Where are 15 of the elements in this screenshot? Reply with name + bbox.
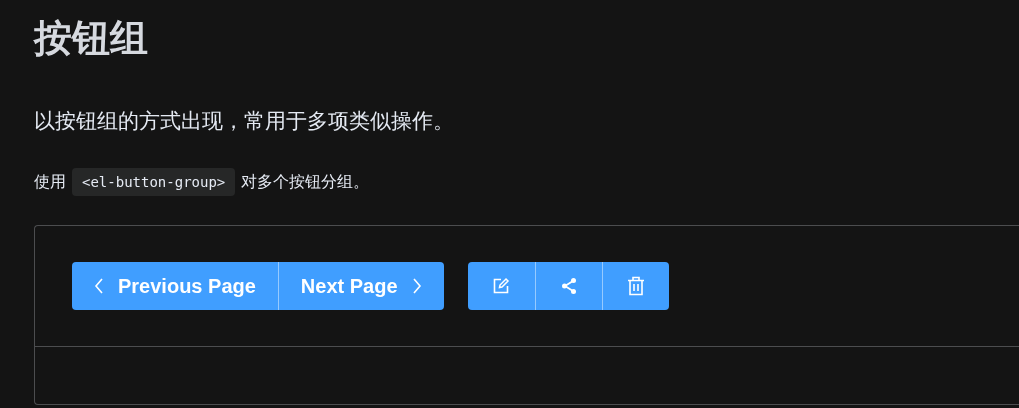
share-icon bbox=[559, 277, 578, 295]
usage-text: 使用 bbox=[34, 171, 66, 192]
share-button[interactable] bbox=[534, 262, 602, 310]
description: 以按钮组的方式出现，常用于多项类似操作。 bbox=[34, 108, 454, 134]
trash-button[interactable] bbox=[601, 262, 669, 310]
usage-text: 对多个按钮分组。 bbox=[241, 171, 370, 192]
page-heading: 按钮组 bbox=[34, 16, 148, 61]
next-page-button[interactable]: Next Page bbox=[277, 262, 444, 310]
edit-button[interactable] bbox=[467, 262, 535, 310]
previous-page-button[interactable]: Previous Page bbox=[72, 262, 278, 310]
chevron-left-icon bbox=[94, 278, 104, 294]
edit-icon bbox=[492, 277, 511, 295]
trash-icon bbox=[626, 276, 645, 296]
code-snippet: <el-button-group> bbox=[72, 168, 236, 196]
chevron-right-icon bbox=[411, 278, 422, 294]
